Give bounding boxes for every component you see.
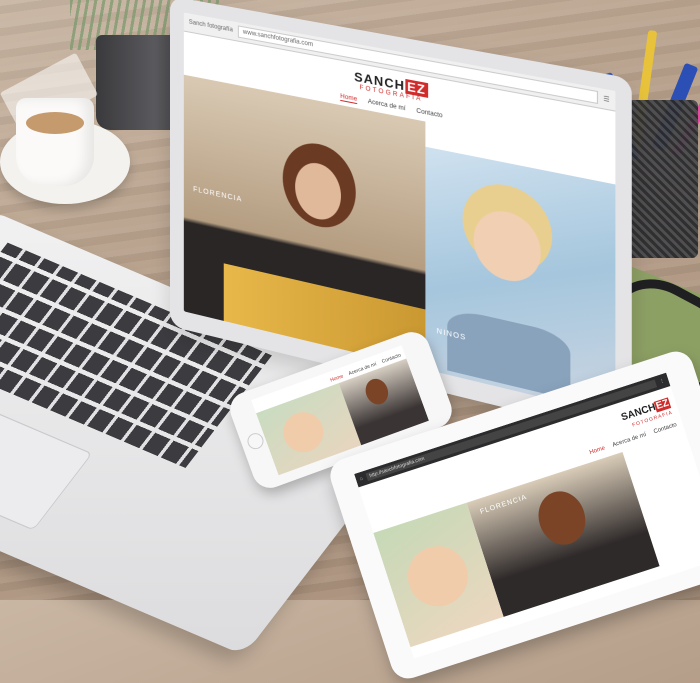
- tablet-home-icon[interactable]: ⌂: [359, 476, 364, 483]
- caption-florencia: FLORENCIA: [193, 186, 242, 204]
- tablet-caption-florencia: FLORENCIA: [479, 494, 528, 516]
- gallery-photo-child[interactable]: NINOS: [426, 146, 616, 415]
- phone-woman-face: [362, 376, 392, 408]
- nav-home[interactable]: Home: [340, 94, 357, 104]
- tablet-child-face: [400, 539, 476, 615]
- tablet-nav-about[interactable]: Acerca de mí: [612, 432, 647, 449]
- tablet-nav-home[interactable]: Home: [589, 445, 606, 456]
- coffee: [26, 112, 84, 134]
- tablet-woman-face: [531, 485, 591, 551]
- tablet-menu-icon[interactable]: ⋮: [659, 378, 666, 385]
- phone-child-face: [277, 407, 328, 458]
- child-shirt: [448, 307, 571, 400]
- nav-contact[interactable]: Contacto: [416, 108, 442, 120]
- tablet-nav-contact[interactable]: Contacto: [653, 422, 678, 435]
- menu-icon[interactable]: ☰: [603, 95, 609, 104]
- browser-tab-title[interactable]: Sanch fotografía: [189, 19, 233, 33]
